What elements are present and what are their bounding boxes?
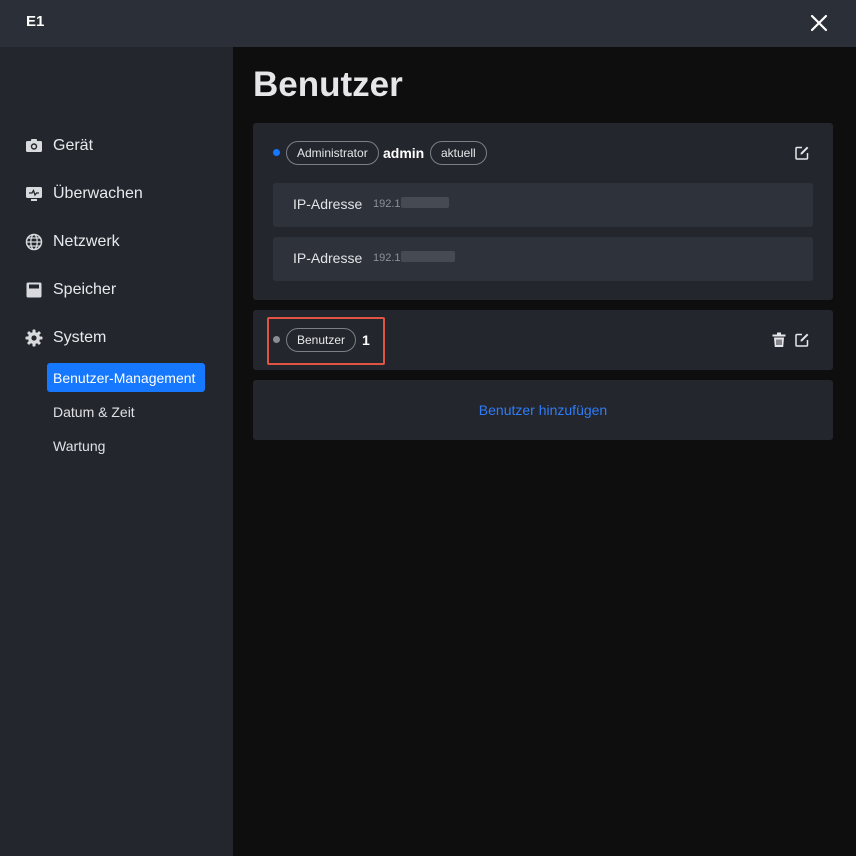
ip-value: 192.1: [373, 198, 401, 210]
page-title: Benutzer: [253, 65, 403, 104]
current-badge: aktuell: [430, 141, 487, 165]
user-card: Benutzer 1: [253, 310, 833, 370]
settings-window: E1 Gerät Überwachen Netzwerk Speicher Sy…: [0, 0, 856, 856]
role-badge: Administrator: [286, 141, 379, 165]
status-dot: [273, 149, 280, 156]
trash-icon: [772, 332, 786, 347]
add-user-link[interactable]: Benutzer hinzufügen: [253, 380, 833, 440]
role-badge: Benutzer: [286, 328, 357, 352]
add-user-card: Benutzer hinzufügen: [253, 380, 833, 440]
gear-icon: [24, 328, 44, 348]
ip-label: IP-Adresse: [293, 196, 363, 212]
monitor-icon: [24, 184, 44, 204]
edit-icon: [795, 333, 809, 347]
sidebar-subitem-datum-zeit[interactable]: Datum & Zeit: [47, 397, 205, 426]
sidebar-item-speicher[interactable]: Speicher: [24, 278, 116, 302]
close-button[interactable]: [804, 8, 834, 38]
globe-icon: [24, 232, 44, 252]
delete-button[interactable]: [770, 331, 788, 349]
ip-value: 192.1: [373, 252, 401, 264]
camera-icon: [24, 136, 44, 156]
sidebar-item-label: System: [53, 329, 107, 346]
ip-address-row: IP-Adresse 192.1: [273, 183, 813, 227]
sidebar-item-label: Speicher: [53, 281, 117, 298]
sidebar-item-geraet[interactable]: Gerät: [24, 134, 93, 158]
sidebar-item-ueberwachen[interactable]: Überwachen: [24, 182, 143, 206]
username-label: admin: [383, 145, 425, 161]
redacted-block: [401, 251, 455, 262]
ip-label: IP-Adresse: [293, 250, 363, 266]
edit-button[interactable]: [793, 331, 811, 349]
username-label: 1: [362, 332, 370, 348]
title-bar: E1: [0, 0, 856, 47]
sidebar-item-label: Netzwerk: [53, 233, 120, 250]
sidebar: Gerät Überwachen Netzwerk Speicher Syste…: [0, 47, 233, 856]
ip-address-row: IP-Adresse 192.1: [273, 237, 813, 281]
redacted-block: [401, 197, 449, 208]
sidebar-subitem-wartung[interactable]: Wartung: [47, 431, 205, 460]
sidebar-item-label: Gerät: [53, 137, 94, 154]
sidebar-item-system[interactable]: System: [24, 326, 106, 350]
sidebar-subitem-benutzer-management[interactable]: Benutzer-Management: [47, 363, 205, 392]
sidebar-item-netzwerk[interactable]: Netzwerk: [24, 230, 120, 254]
edit-icon: [795, 146, 809, 160]
edit-button[interactable]: [793, 144, 811, 162]
main-content: Benutzer Administrator admin aktuell IP-…: [233, 47, 856, 856]
window-title: E1: [26, 13, 45, 30]
sidebar-item-label: Überwachen: [53, 185, 143, 202]
admin-user-card: Administrator admin aktuell IP-Adresse 1…: [253, 123, 833, 300]
storage-icon: [24, 280, 44, 300]
status-dot: [273, 336, 280, 343]
close-icon: [810, 14, 828, 32]
